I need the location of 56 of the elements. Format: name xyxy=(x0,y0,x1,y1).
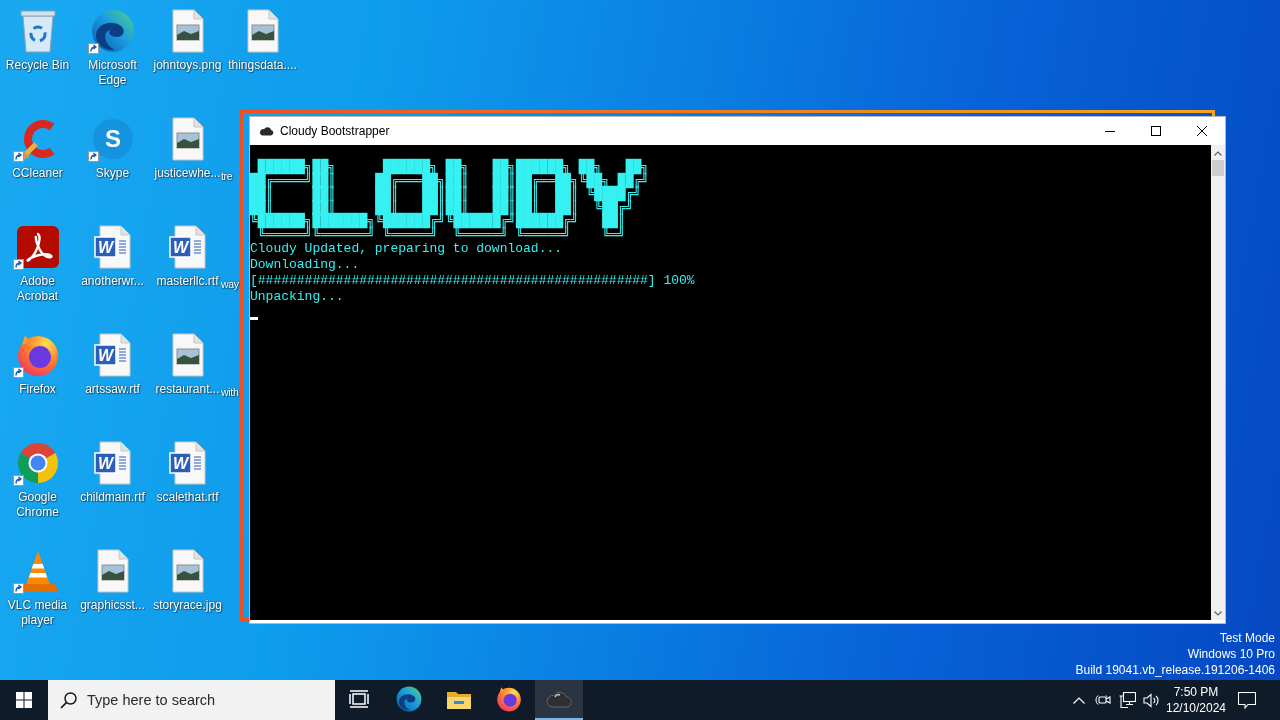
vertical-scrollbar[interactable] xyxy=(1209,145,1225,620)
ascii-art-title: ██████╗██╗ ██████╗ ██╗ ██╗██████╗ ██╗ ██╗ ██╔════╝██║ ██╔═══██╗██║ ██║██╔══██╗╚██╗ ██╔╝ ██║ ██║ ██║ ██║██║ ██║██║ ██║ ╚████╔╝ ██║ ██║ ██║ ██║██║ ██║██║ ██║ ╚██╔╝ ╚██████╗███████╗╚██████╔╝╚██████╔╝██████╔╝ ██║ ╚═════╝╚══════╝ ╚═════╝ ╚═════╝ ╚═════╝ ╚═╝ xyxy=(250,157,650,241)
taskbar-button[interactable] xyxy=(535,680,583,720)
orb-logo-icon[interactable] xyxy=(496,686,522,712)
network-icon xyxy=(1118,692,1136,708)
console-line: [##################################################] 100% xyxy=(250,273,695,289)
console-line: Downloading... xyxy=(250,257,360,273)
ribbon-tile-icon[interactable] xyxy=(15,225,60,269)
scroll-down-icon[interactable] xyxy=(1214,611,1222,616)
desktop-icon-label[interactable]: Adobe Acrobat xyxy=(1,274,74,304)
console-line: Cloudy Updated, preparing to download... xyxy=(250,241,563,257)
close-icon xyxy=(1197,126,1207,136)
desktop-icon-label[interactable]: way xyxy=(221,277,239,292)
desktop-icon-label[interactable]: CCleaner xyxy=(12,166,63,181)
desktop-notice-text: Build 19041.vb_release.191206-1406 xyxy=(1075,662,1275,678)
desktop-notice-text: Test Mode xyxy=(1219,630,1275,646)
desktop-icon-label[interactable]: artssaw.rtf xyxy=(85,382,140,397)
volume-icon xyxy=(1142,692,1160,708)
s-logo-icon[interactable]: S xyxy=(90,117,135,161)
desktop-icon-label[interactable]: Google Chrome xyxy=(1,490,74,520)
desktop-icon-label[interactable]: thingsdata.... xyxy=(228,58,297,73)
scroll-thumb[interactable] xyxy=(1212,160,1224,176)
start-logo-icon xyxy=(16,692,32,708)
cloud-icon xyxy=(259,126,274,136)
notification-icon xyxy=(1238,691,1256,709)
clock-button[interactable]: 7:50 PM 12/10/2024 xyxy=(1167,680,1225,720)
maximize-icon xyxy=(1151,126,1161,136)
task-view-icon[interactable] xyxy=(349,690,369,708)
desktop-icon-label[interactable]: masterllc.rtf xyxy=(156,274,219,289)
window-title: Cloudy Bootstrapper xyxy=(280,124,390,138)
swirl-logo-icon[interactable] xyxy=(396,686,422,712)
desktop-icon-label[interactable]: VLC media player xyxy=(1,598,74,628)
search-icon xyxy=(60,692,77,709)
desktop-icon-label[interactable]: anotherwr... xyxy=(81,274,144,289)
desktop-icon-label[interactable]: childmain.rtf xyxy=(80,490,145,505)
desktop-icon-label[interactable]: Firefox xyxy=(19,382,56,397)
desktop-icon-label[interactable]: scalethat.rtf xyxy=(156,490,219,505)
video-camera-icon xyxy=(1095,693,1111,707)
orb-logo-icon[interactable] xyxy=(15,333,60,377)
console-line: Unpacking... xyxy=(250,289,344,305)
chevron-up-icon xyxy=(1073,696,1085,704)
segmented-circle-logo-icon[interactable] xyxy=(15,441,60,485)
desktop-icon-label[interactable]: restaurant... xyxy=(155,382,220,397)
desktop-icon-label[interactable]: Recycle Bin xyxy=(5,58,70,73)
desktop-icon-label[interactable]: Skype xyxy=(95,166,130,181)
desktop-icon-label[interactable]: tre xyxy=(221,169,233,184)
swirl-logo-icon[interactable] xyxy=(90,9,135,53)
search-field[interactable]: Type here to search xyxy=(48,680,335,720)
desktop-icon-label[interactable]: Microsoft Edge xyxy=(76,58,149,88)
desktop-icon-label[interactable]: storyrace.jpg xyxy=(153,598,222,613)
desktop-icon-label[interactable]: with xyxy=(221,385,239,400)
desktop-icon-label[interactable]: justicewhe... xyxy=(154,166,221,181)
scroll-up-icon[interactable] xyxy=(1214,151,1222,156)
desktop-notice-text: Windows 10 Pro xyxy=(1187,646,1275,662)
desktop-icon-label[interactable]: graphicsst... xyxy=(80,598,145,613)
desktop-icon-label[interactable]: johntoys.png xyxy=(153,58,222,73)
